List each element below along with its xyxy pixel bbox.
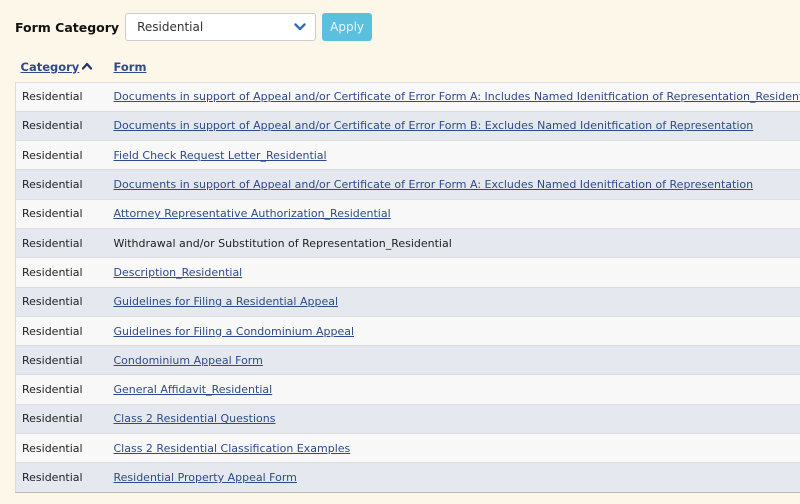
table-row: Residential Attorney Representative Autho… <box>15 198 800 229</box>
form-cell: Documents in support of Appeal and/or Ce… <box>107 110 800 141</box>
form-cell: General Affidavit_Residential <box>107 374 800 405</box>
category-cell: Residential <box>15 257 108 288</box>
form-link[interactable]: Residential Property Appeal Form <box>114 471 297 484</box>
category-cell: Residential <box>15 169 108 200</box>
form-link[interactable]: Class 2 Residential Classification Examp… <box>114 442 351 455</box>
apply-button[interactable]: Apply <box>322 13 373 41</box>
table-row: Residential Field Check Request Letter_Re… <box>15 140 800 170</box>
form-name: Withdrawal and/or Substitution of Repres… <box>113 236 452 250</box>
form-column-header: Form <box>108 52 800 82</box>
form-cell: Field Check Request Letter_Residential <box>107 140 800 170</box>
form-cell: Class 2 Residential Classification Examp… <box>107 433 800 463</box>
table-row: Residential Class 2 Residential Questions <box>15 403 800 434</box>
form-link[interactable]: Documents in support of Appeal and/or Ce… <box>114 119 754 132</box>
table-body: Residential Documents in support of Appea… <box>15 81 800 493</box>
form-cell: Residential Property Appeal Form <box>107 462 800 493</box>
chevron-down-icon <box>294 23 306 31</box>
form-cell: Class 2 Residential Questions <box>107 403 800 434</box>
category-cell: Residential <box>15 345 108 375</box>
table-row: Residential Condominium Appeal Form <box>15 345 800 375</box>
form-category-select[interactable]: Residential <box>125 13 317 41</box>
form-link[interactable]: Field Check Request Letter_Residential <box>114 149 327 162</box>
form-sort-link[interactable]: Form <box>114 60 147 74</box>
form-link[interactable]: Documents in support of Appeal and/or Ce… <box>114 178 754 191</box>
table-header-row: Category Form <box>16 52 800 82</box>
form-link[interactable]: Class 2 Residential Questions <box>114 412 276 425</box>
category-cell: Residential <box>15 433 108 463</box>
form-link[interactable]: Guidelines for Filing a Residential Appe… <box>114 295 339 308</box>
category-column-header: Category <box>16 52 108 82</box>
category-cell: Residential <box>15 81 108 112</box>
form-link[interactable]: Attorney Representative Authorization_Re… <box>114 207 391 220</box>
table-row: Residential Withdrawal and/or Substitutio… <box>15 227 800 258</box>
table-row: Residential Documents in support of Appea… <box>15 169 800 200</box>
table-header: Category Form <box>16 52 800 82</box>
form-category-filter: Form Category Residential Apply <box>15 12 373 42</box>
form-cell: Guidelines for Filing a Residential Appe… <box>107 286 800 317</box>
forms-table: Category Form Residential Documents in su… <box>15 52 800 493</box>
table-row: Residential Documents in support of Appea… <box>15 110 800 141</box>
form-category-label: Form Category <box>15 19 120 35</box>
category-cell: Residential <box>15 110 108 141</box>
category-cell: Residential <box>15 374 108 405</box>
table-row: Residential Class 2 Residential Classific… <box>15 433 800 463</box>
table-row: Residential Description_Residential <box>15 257 800 288</box>
form-cell: Documents in support of Appeal and/or Ce… <box>107 81 800 112</box>
table-row: Residential Guidelines for Filing a Condo… <box>15 315 800 346</box>
form-cell: Description_Residential <box>107 257 800 288</box>
table-row: Residential Residential Property Appeal F… <box>15 462 800 493</box>
sort-ascending-icon[interactable] <box>82 62 93 70</box>
category-cell: Residential <box>15 403 108 434</box>
category-cell: Residential <box>15 198 108 229</box>
form-cell: Guidelines for Filing a Condominium Appe… <box>107 315 800 346</box>
form-cell: Condominium Appeal Form <box>107 345 800 375</box>
form-link[interactable]: Condominium Appeal Form <box>114 354 263 367</box>
table-row: Residential Documents in support of Appea… <box>15 81 800 112</box>
category-header-label: Category <box>20 59 80 74</box>
form-category-selected-value: Residential <box>137 20 204 34</box>
category-cell: Residential <box>15 462 108 493</box>
form-link[interactable]: Description_Residential <box>114 266 243 279</box>
category-sort-link[interactable]: Category <box>21 60 80 74</box>
form-link[interactable]: Documents in support of Appeal and/or Ce… <box>114 90 800 103</box>
table-row: Residential Guidelines for Filing a Resid… <box>15 286 800 317</box>
category-cell: Residential <box>15 140 108 170</box>
table-row: Residential General Affidavit_Residential <box>15 374 800 405</box>
form-cell: Attorney Representative Authorization_Re… <box>107 198 800 229</box>
category-cell: Residential <box>15 286 108 317</box>
form-link[interactable]: Guidelines for Filing a Condominium Appe… <box>114 325 355 338</box>
form-cell: Withdrawal and/or Substitution of Repres… <box>107 227 800 258</box>
category-cell: Residential <box>15 227 108 258</box>
category-cell: Residential <box>15 315 108 346</box>
form-link[interactable]: General Affidavit_Residential <box>114 383 273 396</box>
form-cell: Documents in support of Appeal and/or Ce… <box>107 169 800 200</box>
